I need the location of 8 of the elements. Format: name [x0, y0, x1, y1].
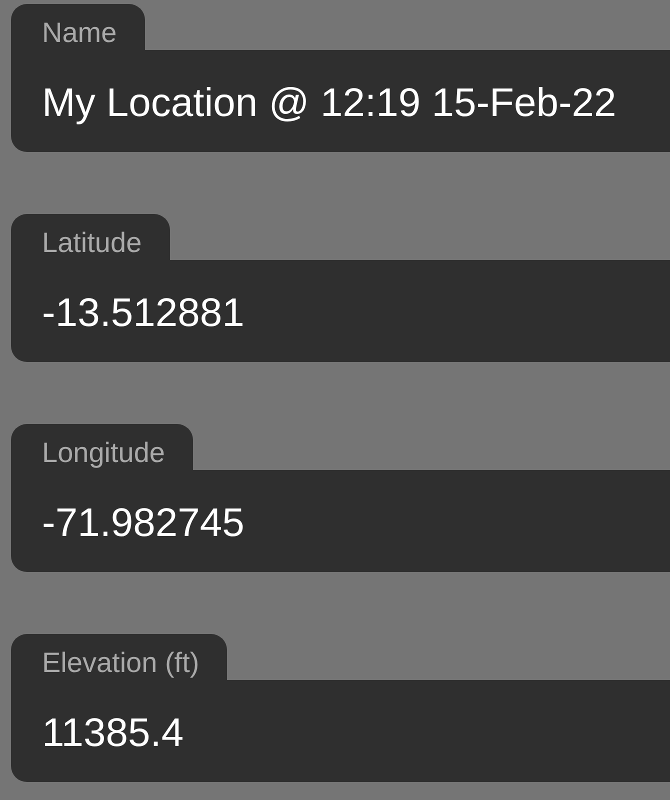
text-field[interactable]: 11385.4 — [11, 680, 670, 782]
field-label: Latitude — [11, 214, 170, 260]
text-field[interactable]: My Location @ 12:19 15-Feb-22 — [11, 50, 670, 152]
text-field[interactable]: -13.512881 — [11, 260, 670, 362]
text-field[interactable]: -71.982745 — [11, 470, 670, 572]
field-label: Elevation (ft) — [11, 634, 228, 680]
field-label: Name — [11, 4, 145, 50]
field-label: Longitude — [11, 424, 194, 470]
